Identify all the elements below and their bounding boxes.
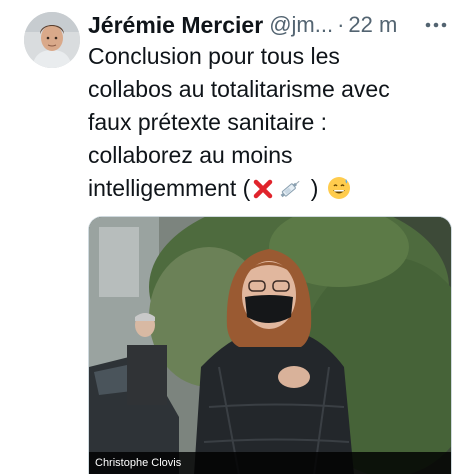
avatar-photo	[24, 12, 80, 68]
media-photo	[89, 217, 451, 474]
syringe-icon	[278, 176, 302, 209]
tweet-text-fragment: )	[310, 175, 319, 201]
tweet-text-fragment: intelligemment (	[88, 175, 251, 201]
tweet-line-last: intelligemment ( )	[88, 172, 464, 209]
tweet-media[interactable]: Christophe Clovis	[88, 216, 452, 474]
separator-dot: ·	[337, 12, 345, 37]
tweet-line: faux prétexte sanitaire :	[88, 109, 328, 135]
author-name[interactable]: Jérémie Mercier	[88, 12, 263, 39]
tweet-body: Conclusion pour tous les collabos au tot…	[88, 40, 464, 209]
tweet-line: collaborez au moins	[88, 142, 293, 168]
tweet-line: collabos au totalitarisme avec	[88, 76, 390, 102]
cross-mark-icon	[252, 176, 274, 209]
author-avatar[interactable]	[24, 12, 80, 68]
more-horizontal-icon[interactable]	[418, 10, 454, 40]
author-handle[interactable]: @jm...	[269, 12, 333, 38]
grinning-sweat-icon	[327, 176, 351, 209]
tweet-line: Conclusion pour tous les	[88, 43, 340, 69]
tweet-timestamp[interactable]: 22 m	[348, 12, 397, 38]
tweet-header: Jérémie Mercier @jm... · 22 m	[88, 8, 462, 42]
photo-credit: Christophe Clovis	[89, 452, 451, 474]
